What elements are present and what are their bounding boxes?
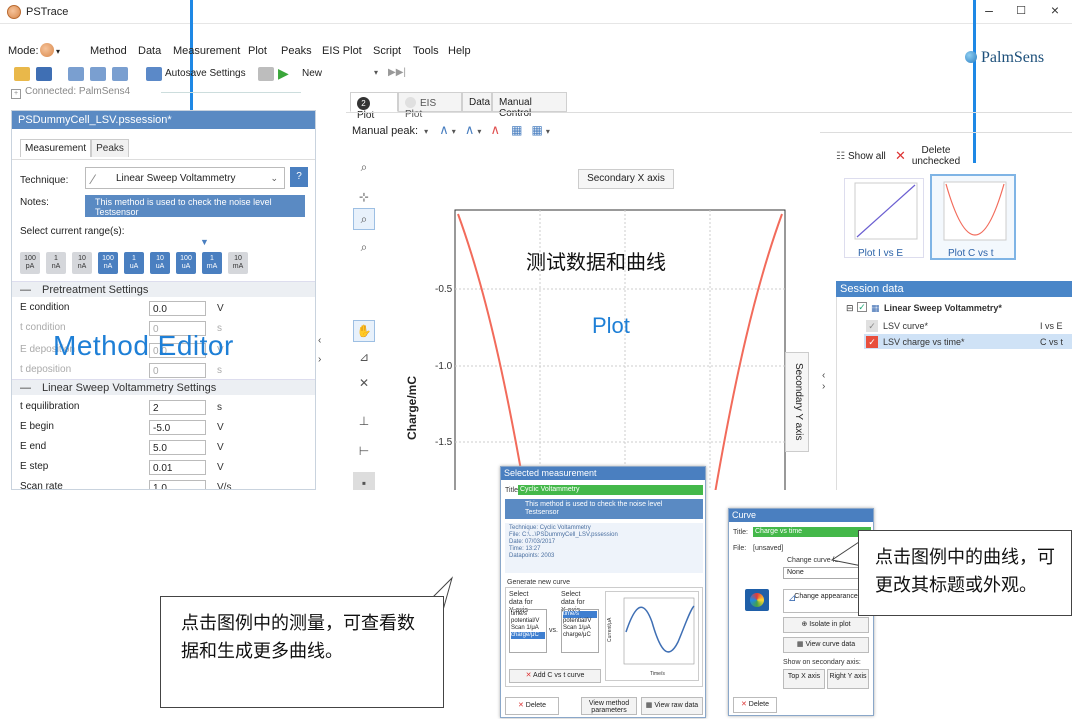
callout-left: 点击图例中的测量，可查看数据和生成更多曲线。: [160, 596, 444, 708]
callout-right: 点击图例中的曲线，可更改其标题或外观。: [858, 530, 1072, 616]
